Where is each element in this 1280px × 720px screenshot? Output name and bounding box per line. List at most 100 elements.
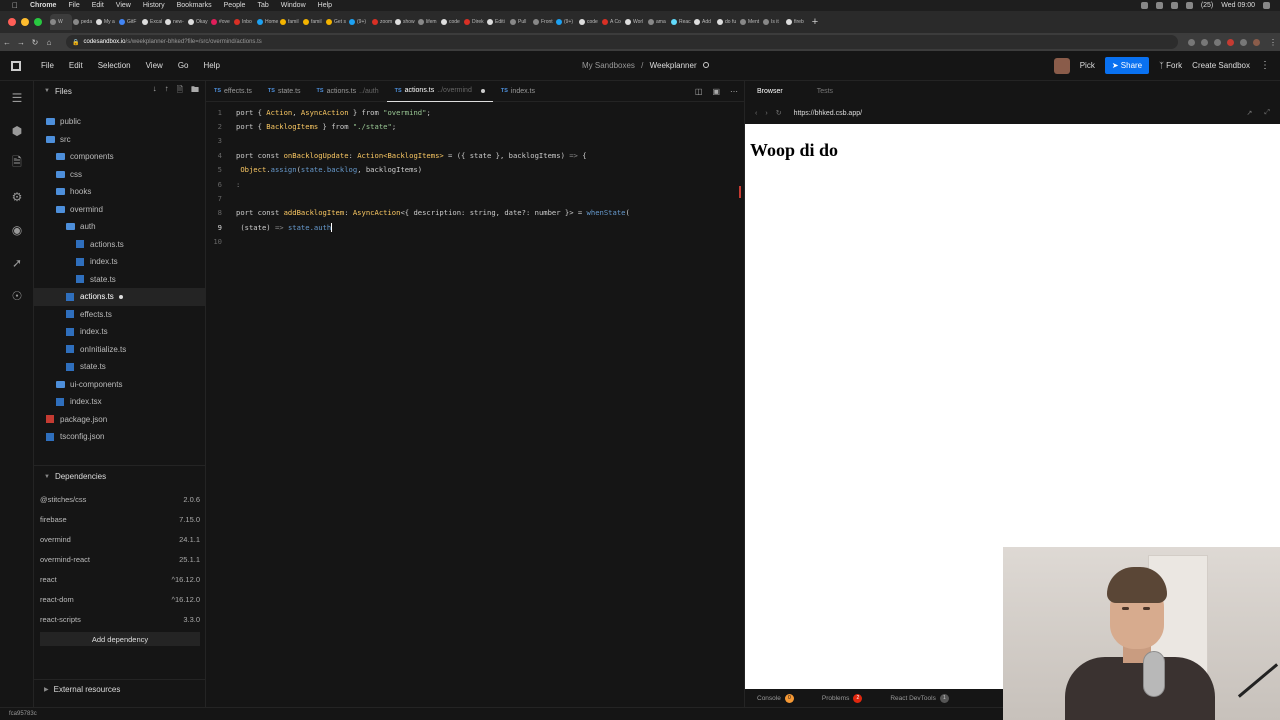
dependency-version[interactable]: 2.0.6: [183, 495, 200, 504]
create-sandbox-button[interactable]: Create Sandbox: [1192, 61, 1250, 70]
browser-tab[interactable]: A Co: [602, 14, 624, 30]
new-folder-icon[interactable]: 🖿: [191, 84, 199, 98]
code-area[interactable]: 1 port { Action, AsyncAction } from "over…: [206, 105, 744, 249]
folder-item[interactable]: src: [34, 131, 206, 149]
folder-item[interactable]: css: [34, 166, 206, 184]
browser-tab[interactable]: GitF: [119, 14, 141, 30]
code-line[interactable]: 3: [206, 134, 744, 148]
browser-tab[interactable]: new-: [165, 14, 187, 30]
browser-tab[interactable]: code: [579, 14, 601, 30]
dependency-item[interactable]: firebase 7.15.0: [34, 509, 206, 529]
dependency-version[interactable]: 24.1.1: [179, 535, 200, 544]
dependency-version[interactable]: 7.15.0: [179, 515, 200, 524]
share-button[interactable]: ➤ Share: [1104, 57, 1150, 74]
live-icon[interactable]: ☉: [0, 279, 34, 312]
folder-item[interactable]: ui-components: [34, 376, 206, 394]
file-item[interactable]: index.ts: [34, 323, 206, 341]
browser-tab[interactable]: Pull: [510, 14, 532, 30]
mac-menu-file[interactable]: File: [68, 2, 79, 9]
browser-tab[interactable]: code: [441, 14, 463, 30]
extension-icon[interactable]: [1201, 38, 1208, 46]
code-line[interactable]: 9 (state) => state.auth: [206, 220, 744, 234]
browser-tab[interactable]: Add: [694, 14, 716, 30]
mac-menu-help[interactable]: Help: [318, 2, 332, 9]
browser-tab[interactable]: My a: [96, 14, 118, 30]
code-line[interactable]: 7: [206, 191, 744, 205]
external-resources-header[interactable]: ▶ External resources: [34, 679, 206, 699]
mac-menu-tab[interactable]: Tab: [257, 2, 268, 9]
console-tab[interactable]: Console 0: [757, 693, 794, 703]
mac-menu-bookmarks[interactable]: Bookmarks: [177, 2, 212, 9]
minimize-window-button[interactable]: [21, 18, 29, 26]
back-icon[interactable]: ←: [0, 38, 14, 47]
browser-tab[interactable]: famil: [280, 14, 302, 30]
mac-menu-people[interactable]: People: [224, 2, 246, 9]
browser-tab[interactable]: do fu: [717, 14, 739, 30]
preview-url[interactable]: https://bhked.csb.app/: [794, 110, 863, 117]
more-actions-icon[interactable]: ⋯: [730, 87, 738, 96]
reload-icon[interactable]: ↻: [28, 38, 42, 47]
tray-icon[interactable]: [1140, 2, 1148, 9]
folder-item[interactable]: components: [34, 148, 206, 166]
open-new-window-icon[interactable]: ↗: [1247, 109, 1253, 117]
file-item[interactable]: index.tsx: [34, 393, 206, 411]
file-item[interactable]: onInitialize.ts: [34, 341, 206, 359]
browser-tab[interactable]: #ove: [211, 14, 233, 30]
menu-go[interactable]: Go: [178, 61, 189, 70]
browser-tab[interactable]: (9+): [556, 14, 578, 30]
editor-tab[interactable]: TS state.ts: [260, 81, 309, 102]
browser-tab[interactable]: Direk: [464, 14, 486, 30]
refresh-icon[interactable]: ↻: [776, 109, 782, 117]
dependency-item[interactable]: react ^16.12.0: [34, 569, 206, 589]
code-line[interactable]: 6:: [206, 177, 744, 191]
file-item[interactable]: state.ts: [34, 271, 206, 289]
zoom-window-button[interactable]: [34, 18, 42, 26]
mac-menu-history[interactable]: History: [143, 2, 165, 9]
tab-tests[interactable]: Tests: [817, 88, 833, 95]
folder-item[interactable]: auth: [34, 218, 206, 236]
code-line[interactable]: 1 port { Action, AsyncAction } from "over…: [206, 105, 744, 119]
folder-item[interactable]: overmind: [34, 201, 206, 219]
file-item[interactable]: effects.ts: [34, 306, 206, 324]
explorer-icon[interactable]: ☰: [0, 81, 34, 114]
file-item[interactable]: package.json: [34, 411, 206, 429]
dependency-version[interactable]: 3.3.0: [183, 615, 200, 624]
dependencies-header[interactable]: ▼ Dependencies: [34, 465, 206, 487]
browser-tab[interactable]: (9+): [349, 14, 371, 30]
battery-icon[interactable]: [1185, 2, 1193, 9]
url-field[interactable]: 🔒 codesandbox.io/s/weekplanner-bhked?fil…: [66, 35, 1178, 49]
tray-icon[interactable]: [1155, 2, 1163, 9]
dependency-item[interactable]: @stitches/css 2.0.6: [34, 489, 206, 509]
editor-tab[interactable]: TS effects.ts: [206, 81, 260, 102]
editor-tab[interactable]: TS actions.ts ../auth: [309, 81, 387, 102]
browser-tab[interactable]: lifem: [418, 14, 440, 30]
browser-tab[interactable]: Inbo: [234, 14, 256, 30]
browser-tab[interactable]: Front: [533, 14, 555, 30]
pick-button[interactable]: Pick: [1080, 61, 1095, 70]
apple-icon[interactable]: : [12, 1, 18, 10]
dependency-version[interactable]: ^16.12.0: [171, 595, 200, 604]
sandbox-title[interactable]: Weekplanner: [650, 61, 697, 70]
browser-tab[interactable]: peda: [73, 14, 95, 30]
browser-tab[interactable]: zoom: [372, 14, 394, 30]
new-file-icon[interactable]: 🗎: [177, 84, 183, 98]
wifi-icon[interactable]: [1170, 2, 1178, 9]
dependency-version[interactable]: ^16.12.0: [171, 575, 200, 584]
browser-tab[interactable]: Ment: [740, 14, 762, 30]
app-name[interactable]: Chrome: [30, 2, 56, 9]
code-line[interactable]: 5 Object.assign(state.backlog, backlogIt…: [206, 163, 744, 177]
search-icon[interactable]: [1263, 2, 1270, 9]
browser-tab[interactable]: show: [395, 14, 417, 30]
codesandbox-logo[interactable]: [0, 60, 32, 71]
menu-file[interactable]: File: [41, 61, 54, 70]
menubar-clock[interactable]: Wed 09:00: [1221, 2, 1255, 9]
browser-tab[interactable]: Excal: [142, 14, 164, 30]
browser-tab[interactable]: ama: [648, 14, 670, 30]
mac-menu-window[interactable]: Window: [281, 2, 306, 9]
file-item[interactable]: index.ts: [34, 253, 206, 271]
forward-icon[interactable]: ›: [765, 110, 767, 117]
expand-icon[interactable]: ⤢: [1264, 109, 1270, 117]
file-item[interactable]: state.ts: [34, 358, 206, 376]
browser-tab[interactable]: Reac: [671, 14, 693, 30]
browser-tab[interactable]: fireb: [786, 14, 808, 30]
